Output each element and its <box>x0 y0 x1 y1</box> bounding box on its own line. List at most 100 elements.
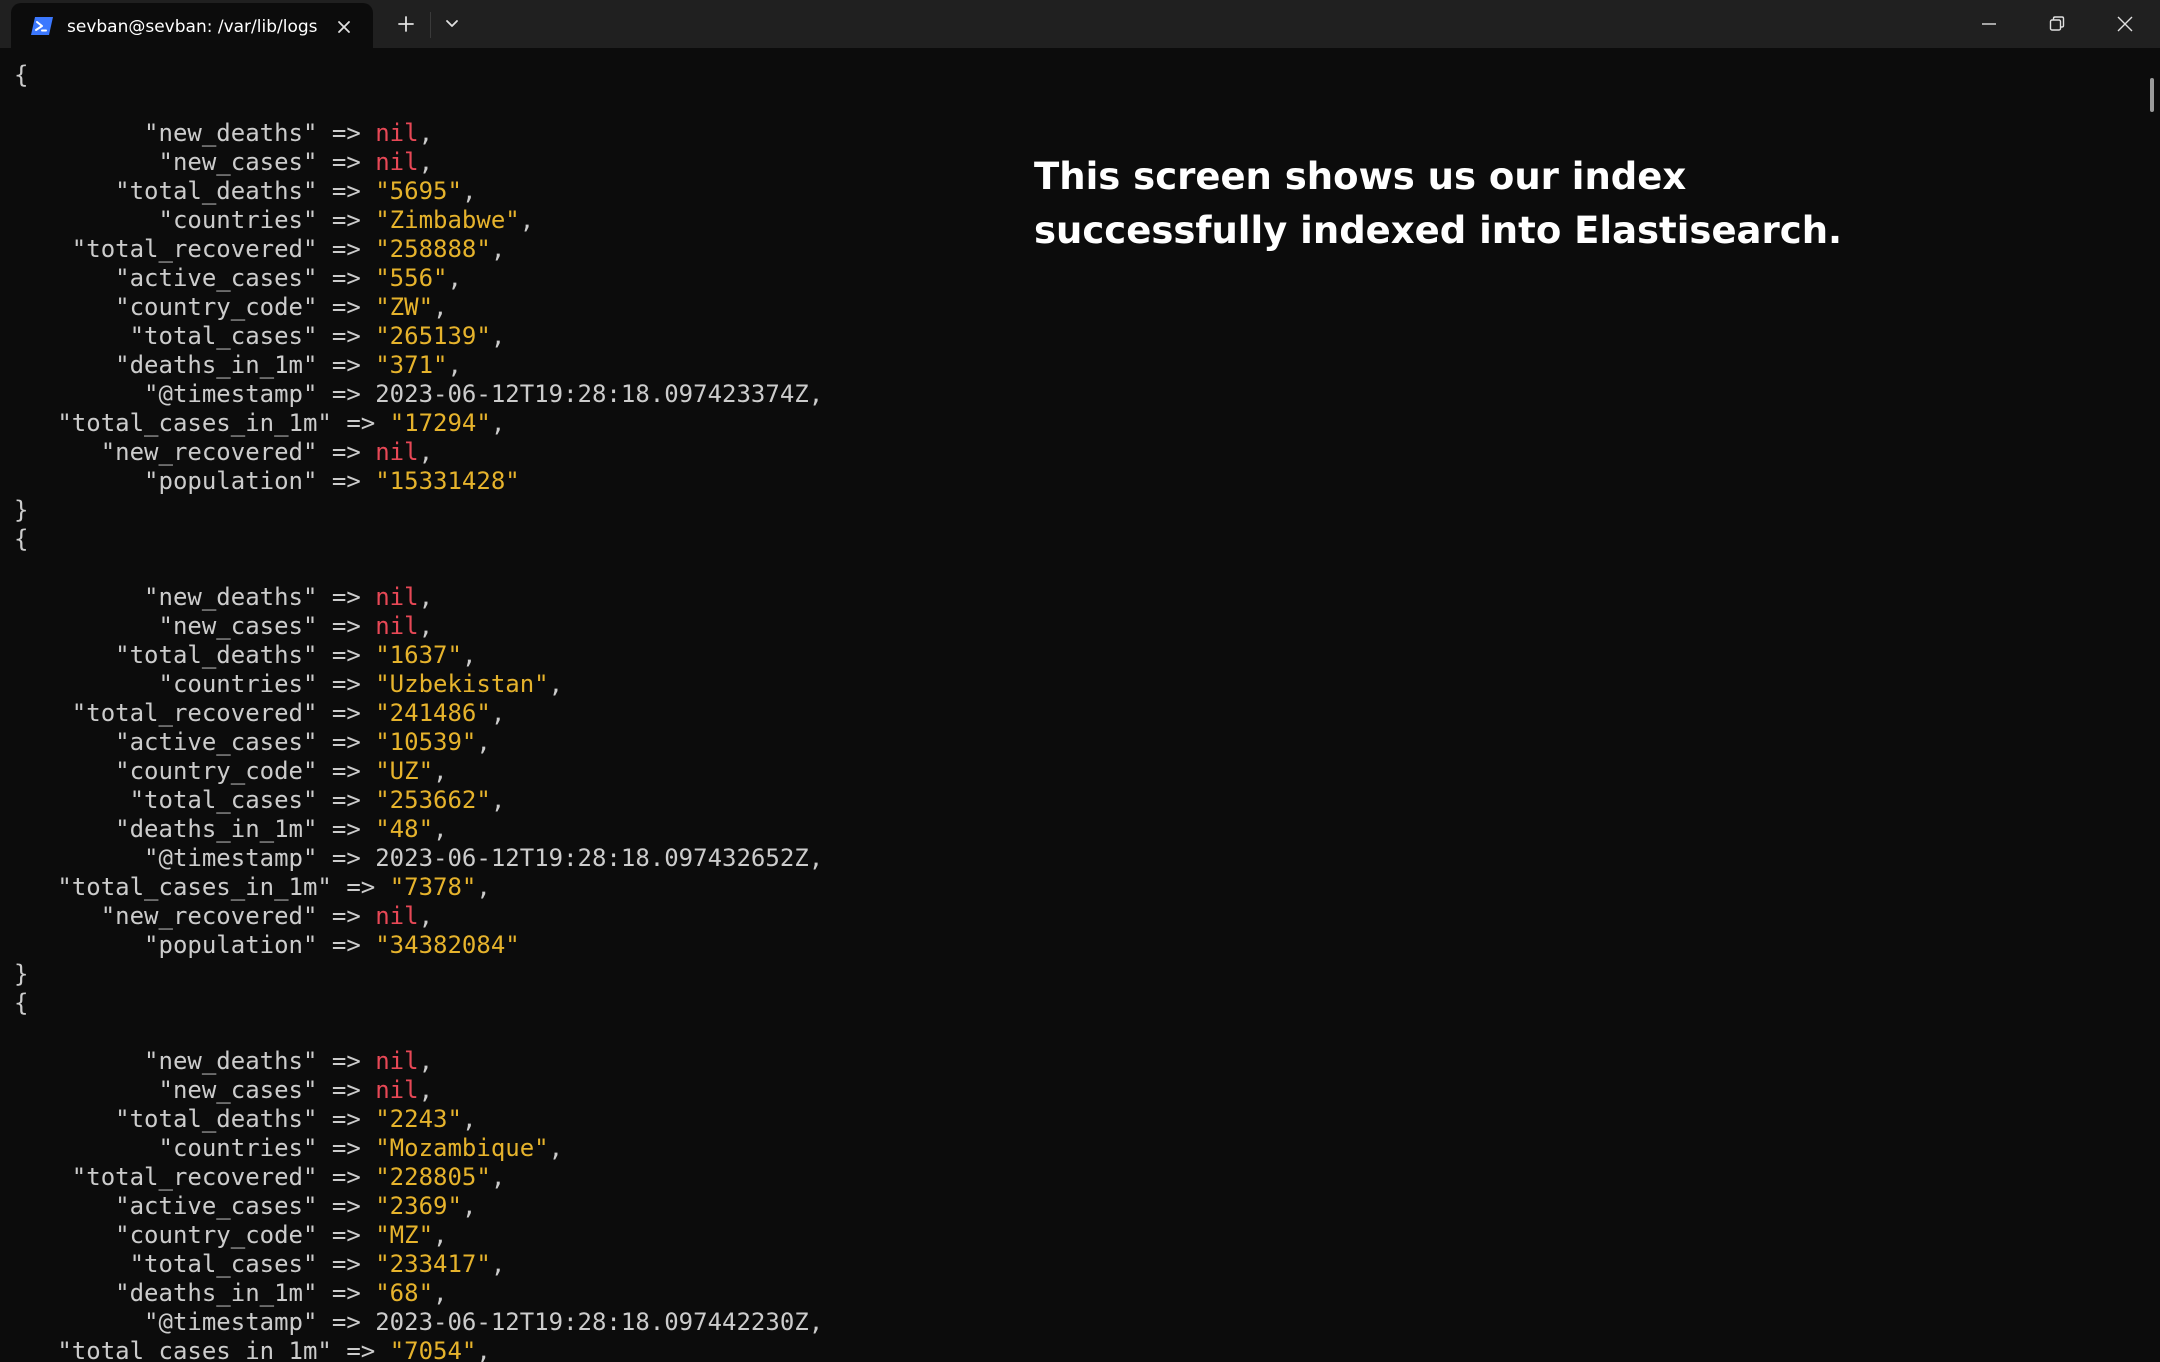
trailing-comma: , <box>433 1221 448 1249</box>
trailing-comma: , <box>476 1337 491 1362</box>
trailing-comma: , <box>447 351 462 379</box>
field-key: "new_deaths" <box>14 119 318 147</box>
field-key: "total_cases" <box>14 786 318 814</box>
arrow-operator: => <box>317 1076 376 1104</box>
arrow-operator: => <box>317 119 376 147</box>
arrow-operator: => <box>317 757 376 785</box>
trailing-comma: , <box>490 409 506 437</box>
field-value: nil <box>375 1076 419 1104</box>
field-key: "new_cases" <box>14 148 318 176</box>
trailing-comma: , <box>490 322 506 350</box>
terminal-line: "total_cases_in_1m" => "7054", <box>14 1337 491 1362</box>
arrow-operator: => <box>317 844 376 872</box>
terminal-brace: { <box>14 525 29 553</box>
close-tab-icon[interactable] <box>331 14 357 40</box>
field-key: "new_recovered" <box>14 438 318 466</box>
arrow-operator: => <box>317 1192 376 1220</box>
field-key: "total_recovered" <box>14 1163 318 1191</box>
field-value: "265139" <box>375 322 491 350</box>
trailing-comma: , <box>490 235 506 263</box>
trailing-comma: , <box>418 1076 434 1104</box>
field-key: "active_cases" <box>14 264 318 292</box>
terminal-line: "total_cases_in_1m" => "17294", <box>14 409 505 438</box>
terminal-line: "new_deaths" => nil, <box>14 119 433 148</box>
field-key: "total_cases_in_1m" <box>14 1337 332 1362</box>
field-key: "total_cases_in_1m" <box>14 873 332 901</box>
terminal-line: "total_deaths" => "5695", <box>14 177 476 206</box>
minimize-button[interactable] <box>1955 0 2023 48</box>
field-key: "population" <box>14 467 318 495</box>
field-value: nil <box>375 438 419 466</box>
trailing-comma: , <box>519 206 535 234</box>
field-value: "258888" <box>375 235 491 263</box>
terminal-line: "countries" => "Uzbekistan", <box>14 670 563 699</box>
chevron-down-icon[interactable] <box>438 10 466 38</box>
arrow-operator: => <box>331 409 390 437</box>
field-key: "@timestamp" <box>14 380 318 408</box>
terminal-line: "total_deaths" => "1637", <box>14 641 476 670</box>
annotation-text: This screen shows us our index successfu… <box>1034 150 1854 258</box>
arrow-operator: => <box>317 322 376 350</box>
arrow-operator: => <box>317 380 376 408</box>
arrow-operator: => <box>317 148 376 176</box>
arrow-operator: => <box>317 235 376 263</box>
terminal-line: "countries" => "Zimbabwe", <box>14 206 534 235</box>
terminal-line: "total_cases" => "253662", <box>14 786 506 815</box>
field-value: 2023-06-12T19:28:18.097442230Z <box>375 1308 809 1336</box>
close-window-button[interactable] <box>2091 0 2159 48</box>
arrow-operator: => <box>317 351 376 379</box>
new-tab-plus-icon[interactable] <box>392 10 420 38</box>
arrow-operator: => <box>317 1308 376 1336</box>
terminal-line: "total_cases" => "265139", <box>14 322 506 351</box>
scrollbar-thumb[interactable] <box>2150 78 2154 112</box>
field-value: "2369" <box>375 1192 462 1220</box>
field-key: "deaths_in_1m" <box>14 815 318 843</box>
terminal-tab[interactable]: sevban@sevban: /var/lib/logs <box>11 3 373 48</box>
terminal-window: sevban@sevban: /var/lib/logs {"new_deat… <box>0 0 2160 1362</box>
trailing-comma: , <box>433 757 448 785</box>
terminal-line: "total_cases" => "233417", <box>14 1250 506 1279</box>
arrow-operator: => <box>331 873 390 901</box>
trailing-comma: , <box>808 844 824 872</box>
trailing-comma: , <box>447 264 462 292</box>
field-value: "MZ" <box>375 1221 434 1249</box>
terminal-line: "country_code" => "UZ", <box>14 757 447 786</box>
field-value: "Mozambique" <box>375 1134 549 1162</box>
field-value: "ZW" <box>375 293 434 321</box>
terminal-line: "new_cases" => nil, <box>14 1076 433 1105</box>
arrow-operator: => <box>317 699 376 727</box>
arrow-operator: => <box>317 786 376 814</box>
terminal-line: "@timestamp" => 2023-06-12T19:28:18.0974… <box>14 844 823 873</box>
field-key: "active_cases" <box>14 728 318 756</box>
arrow-operator: => <box>317 583 376 611</box>
terminal-brace: { <box>14 61 29 89</box>
terminal-line: "new_cases" => nil, <box>14 612 433 641</box>
restore-icon <box>2049 16 2065 31</box>
arrow-operator: => <box>317 293 376 321</box>
field-value: "17294" <box>389 409 491 437</box>
field-value: "253662" <box>375 786 491 814</box>
trailing-comma: , <box>476 873 491 901</box>
arrow-operator: => <box>317 1163 376 1191</box>
field-key: "new_recovered" <box>14 902 318 930</box>
trailing-comma: , <box>490 1163 506 1191</box>
restore-button[interactable] <box>2023 0 2091 48</box>
trailing-comma: , <box>490 1250 506 1278</box>
field-value: "241486" <box>375 699 491 727</box>
trailing-comma: , <box>548 670 564 698</box>
arrow-operator: => <box>331 1337 390 1362</box>
field-key: "total_cases_in_1m" <box>14 409 332 437</box>
field-value: "15331428" <box>375 467 520 495</box>
terminal-brace: { <box>14 989 29 1017</box>
field-key: "total_recovered" <box>14 235 318 263</box>
terminal-line: "active_cases" => "10539", <box>14 728 491 757</box>
scrollbar[interactable] <box>2146 48 2160 1362</box>
arrow-operator: => <box>317 612 376 640</box>
field-value: "34382084" <box>375 931 520 959</box>
trailing-comma: , <box>418 148 434 176</box>
trailing-comma: , <box>548 1134 564 1162</box>
arrow-operator: => <box>317 1105 376 1133</box>
terminal-line: "deaths_in_1m" => "48", <box>14 815 447 844</box>
terminal-line: "population" => "15331428" <box>14 467 520 496</box>
field-key: "countries" <box>14 206 318 234</box>
